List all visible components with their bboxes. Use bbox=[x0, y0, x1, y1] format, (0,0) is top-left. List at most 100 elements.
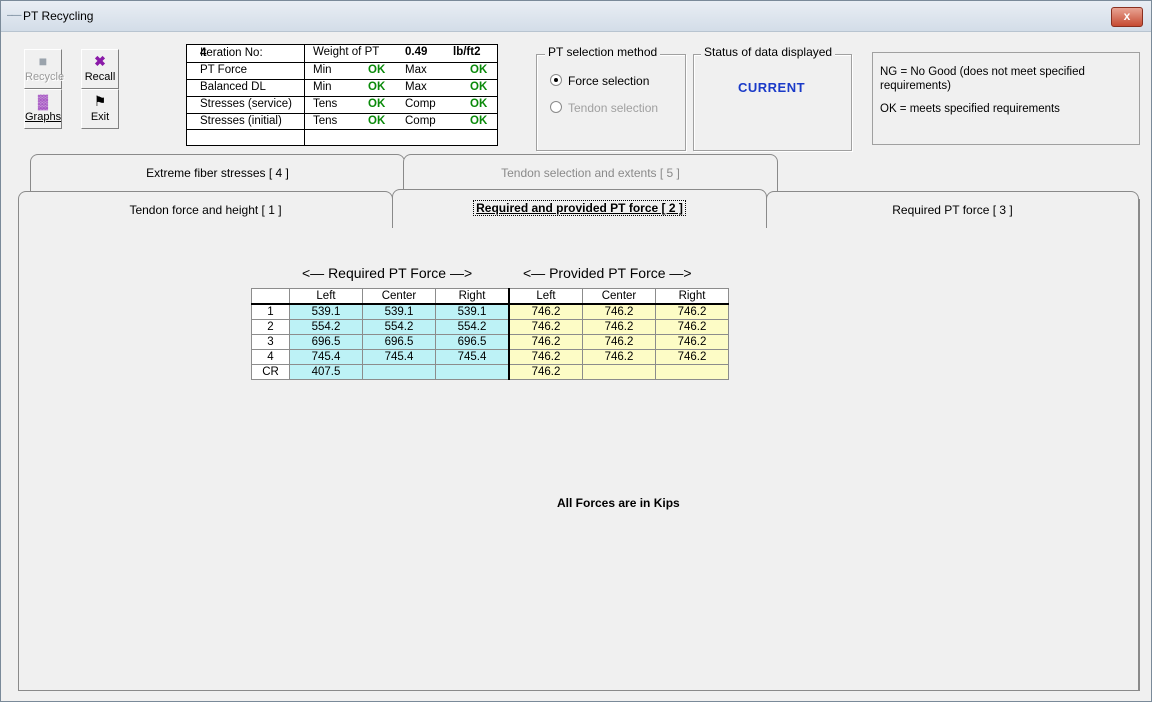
table-cell[interactable]: 746.2 bbox=[508, 349, 583, 365]
table-cell[interactable]: 746.2 bbox=[582, 319, 656, 335]
table-cell[interactable]: 745.4 bbox=[435, 349, 510, 365]
provided-pt-force-header: <— Provided PT Force —> bbox=[523, 265, 692, 281]
table-cell[interactable]: 746.2 bbox=[508, 319, 583, 335]
iteration-status-grid: Iteration No: 4 Weight of PT 0.49 lb/ft2… bbox=[186, 44, 498, 146]
table-header-row: Left Center Right Left Center Right bbox=[251, 288, 729, 305]
recycle-label: Recycle bbox=[25, 71, 65, 83]
data-status-title: Status of data displayed bbox=[701, 45, 836, 59]
recall-icon: ✖ bbox=[94, 53, 106, 69]
tab-extreme-fiber-stresses[interactable]: Extreme fiber stresses [ 4 ] bbox=[30, 154, 405, 194]
column-header: Center bbox=[362, 288, 436, 305]
table-row: 2 554.2 554.2 554.2 746.2 746.2 746.2 bbox=[251, 319, 729, 335]
table-cell[interactable]: 554.2 bbox=[362, 319, 436, 335]
tendon-selection-label: Tendon selection bbox=[568, 101, 659, 115]
data-status-value: CURRENT bbox=[738, 80, 806, 95]
status-badge: OK bbox=[368, 98, 386, 110]
tab-tendon-selection-and-extents[interactable]: Tendon selection and extents [ 5 ] bbox=[403, 154, 778, 194]
data-status-group bbox=[693, 54, 852, 151]
graphs-icon: ▓ bbox=[37, 93, 49, 109]
status-badge: OK bbox=[470, 115, 488, 127]
force-selection-label: Force selection bbox=[568, 74, 650, 88]
recall-button[interactable]: ✖ Recall bbox=[81, 49, 119, 89]
required-pt-force-header: <— Required PT Force —> bbox=[302, 265, 473, 281]
table-cell[interactable]: 746.2 bbox=[655, 334, 729, 350]
iteration-label: Iteration No: bbox=[200, 47, 263, 59]
row-label: 3 bbox=[251, 334, 290, 350]
status-row-balanced-dl: Balanced DL Min OK Max OK bbox=[200, 81, 488, 93]
table-row: 3 696.5 696.5 696.5 746.2 746.2 746.2 bbox=[251, 334, 729, 350]
table-cell[interactable] bbox=[582, 364, 656, 380]
close-icon: x bbox=[1123, 9, 1131, 23]
table-row: 4 745.4 745.4 745.4 746.2 746.2 746.2 bbox=[251, 349, 729, 365]
pt-selection-method-title: PT selection method bbox=[545, 45, 661, 59]
table-cell[interactable]: 746.2 bbox=[508, 334, 583, 350]
status-badge: OK bbox=[368, 115, 386, 127]
exit-flag-icon: ⚑ bbox=[93, 93, 107, 109]
window-title: PT Recycling bbox=[23, 9, 94, 23]
table-cell[interactable]: 696.5 bbox=[435, 334, 510, 350]
title-bar[interactable]: –— PT Recycling x bbox=[1, 1, 1151, 32]
graphs-button[interactable]: ▓ Graphs bbox=[24, 89, 62, 129]
column-header: Center bbox=[582, 288, 656, 305]
units-note: All Forces are in Kips bbox=[557, 496, 680, 510]
app-icon: –— bbox=[7, 10, 22, 21]
table-cell[interactable]: 696.5 bbox=[289, 334, 363, 350]
recall-label: Recall bbox=[84, 71, 116, 83]
tab-required-and-provided-pt-force[interactable]: Required and provided PT force [ 2 ] bbox=[392, 189, 767, 228]
legend-notes: NG = No Good (does not meet specified re… bbox=[872, 52, 1140, 145]
table-cell[interactable]: 746.2 bbox=[508, 364, 583, 380]
weight-unit: lb/ft2 bbox=[453, 46, 481, 58]
column-header: Left bbox=[289, 288, 363, 305]
weight-value: 0.49 bbox=[405, 46, 428, 58]
exit-label: Exit bbox=[90, 111, 110, 123]
table-cell[interactable]: 539.1 bbox=[362, 303, 436, 320]
table-cell[interactable]: 746.2 bbox=[655, 349, 729, 365]
status-badge: OK bbox=[470, 64, 488, 76]
close-button[interactable]: x bbox=[1111, 7, 1143, 27]
table-row: 1 539.1 539.1 539.1 746.2 746.2 746.2 bbox=[251, 303, 729, 320]
table-cell[interactable]: 554.2 bbox=[289, 319, 363, 335]
table-cell[interactable] bbox=[362, 364, 436, 380]
table-cell[interactable]: 407.5 bbox=[289, 364, 363, 380]
status-badge: OK bbox=[470, 98, 488, 110]
status-row-stresses-service: Stresses (service) Tens OK Comp OK bbox=[200, 98, 488, 110]
iteration-value: 4 bbox=[200, 47, 207, 59]
table-cell[interactable]: 554.2 bbox=[435, 319, 510, 335]
graphs-label: Graphs bbox=[25, 111, 62, 123]
table-cell[interactable]: 746.2 bbox=[582, 334, 656, 350]
pt-force-table: Left Center Right Left Center Right 1 53… bbox=[251, 288, 729, 380]
row-label: 1 bbox=[251, 303, 290, 320]
table-cell[interactable]: 539.1 bbox=[435, 303, 510, 320]
force-selection-radio[interactable]: Force selection bbox=[550, 74, 649, 88]
table-cell[interactable]: 746.2 bbox=[655, 319, 729, 335]
table-cell[interactable]: 745.4 bbox=[289, 349, 363, 365]
table-cell[interactable]: 745.4 bbox=[362, 349, 436, 365]
recycle-button[interactable]: ■ Recycle bbox=[24, 49, 65, 89]
status-badge: OK bbox=[368, 81, 386, 93]
table-cell[interactable]: 746.2 bbox=[655, 303, 729, 320]
column-header: Right bbox=[435, 288, 510, 305]
status-badge: OK bbox=[368, 64, 386, 76]
table-cell[interactable] bbox=[655, 364, 729, 380]
ng-note: NG = No Good (does not meet specified re… bbox=[880, 66, 1085, 92]
table-cell[interactable] bbox=[435, 364, 510, 380]
row-label: 4 bbox=[251, 349, 290, 365]
table-cell[interactable]: 746.2 bbox=[582, 349, 656, 365]
tendon-selection-radio[interactable]: Tendon selection bbox=[550, 101, 658, 115]
table-cell[interactable]: 746.2 bbox=[582, 303, 656, 320]
weight-label: Weight of PT bbox=[313, 46, 380, 58]
column-header: Right bbox=[655, 288, 729, 305]
table-cell[interactable]: 539.1 bbox=[289, 303, 363, 320]
tab-tendon-force-and-height[interactable]: Tendon force and height [ 1 ] bbox=[18, 191, 393, 228]
status-badge: OK bbox=[470, 81, 488, 93]
column-header: Left bbox=[508, 288, 583, 305]
exit-button[interactable]: ⚑ Exit bbox=[81, 89, 119, 129]
table-row: CR 407.5 746.2 bbox=[251, 364, 729, 380]
tab-required-pt-force[interactable]: Required PT force [ 3 ] bbox=[766, 191, 1139, 228]
ok-note: OK = meets specified requirements bbox=[880, 103, 1060, 115]
recycle-icon: ■ bbox=[38, 53, 48, 69]
table-cell[interactable]: 746.2 bbox=[508, 303, 583, 320]
table-cell[interactable]: 696.5 bbox=[362, 334, 436, 350]
status-row-pt-force: PT Force Min OK Max OK bbox=[200, 64, 488, 76]
pt-recycling-window: –— PT Recycling x ■ Recycle ✖ Recall ▓ G… bbox=[0, 0, 1152, 702]
